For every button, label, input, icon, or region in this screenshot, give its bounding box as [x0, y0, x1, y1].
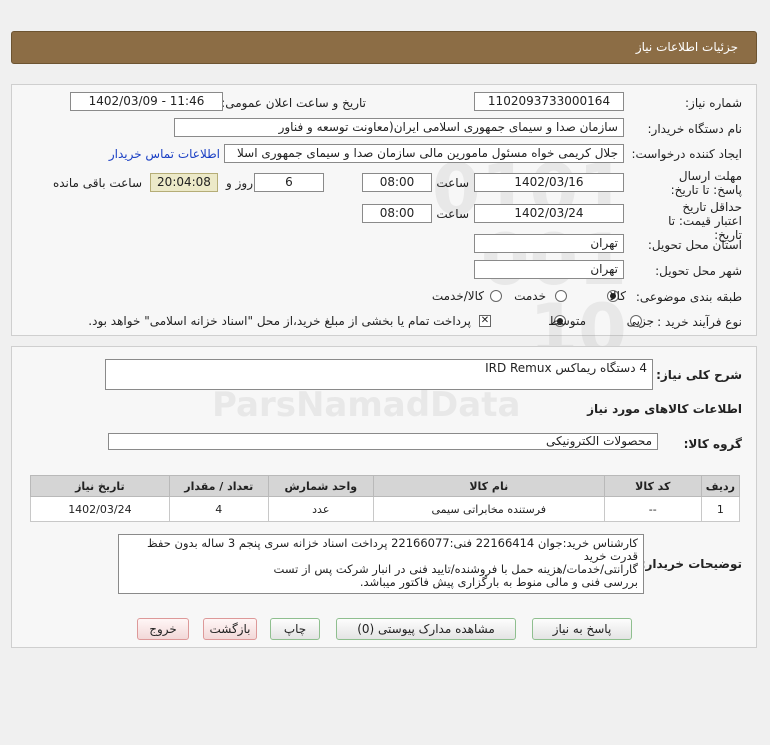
validity-time-field: 08:00: [362, 204, 432, 223]
col-row: ردیف: [700, 475, 741, 497]
need-number-label: شماره نیاز:: [685, 96, 742, 110]
days-label: روز و: [226, 176, 253, 190]
category-radio-goods-service[interactable]: [490, 290, 502, 302]
attachments-button[interactable]: مشاهده مدارک پیوستی (0): [336, 618, 516, 640]
cell-unit: عدد: [267, 496, 374, 522]
table-row: 1 -- فرستنده مخابراتی سیمی عدد 4 1402/03…: [30, 496, 741, 522]
announce-label: تاریخ و ساعت اعلان عمومی:: [221, 96, 366, 110]
summary-field: 4 دستگاه ریماکس IRD Remux: [105, 359, 653, 390]
treasury-note: پرداخت تمام یا بخشی از مبلغ خرید،از محل …: [88, 314, 471, 328]
goods-info-title: اطلاعات کالاهای مورد نیاز: [587, 402, 742, 416]
page-title: جزئیات اطلاعات نیاز: [635, 40, 738, 54]
deadline-label: مهلت ارسال پاسخ: تا تاریخ:: [670, 169, 742, 197]
respond-button[interactable]: پاسخ به نیاز: [532, 618, 632, 640]
need-details-panel: ParsNamadData شرح کلی نیاز: 4 دستگاه ریم…: [11, 346, 757, 648]
cell-date: 1402/03/24: [30, 496, 170, 522]
deadline-time-label: ساعت: [436, 176, 469, 190]
print-button[interactable]: چاپ: [270, 618, 320, 640]
buyer-org-label: نام دستگاه خریدار:: [647, 122, 743, 136]
buyer-notes-line-4: بررسی فنی و مالی منوط به بارگزاری پیش فا…: [359, 575, 638, 589]
city-field: تهران: [474, 260, 624, 279]
goods-group-label: گروه کالا:: [683, 437, 742, 451]
col-unit: واحد شمارش: [267, 475, 374, 497]
creator-label: ایجاد کننده درخواست:: [631, 147, 742, 161]
deadline-date-field: 1402/03/16: [474, 173, 624, 192]
remaining-time-field: 20:04:08: [150, 173, 218, 192]
deadline-time-field: 08:00: [362, 173, 432, 192]
buyer-notes-label: توضیحات خریدار:: [640, 557, 742, 571]
buyer-notes-field: کارشناس خرید:جوان 22166414 فنی:22166077 …: [118, 534, 644, 594]
remaining-label: ساعت باقی مانده: [52, 176, 142, 190]
city-label: شهر محل تحویل:: [655, 264, 742, 278]
goods-group-field: محصولات الکترونیکی: [108, 433, 658, 450]
col-qty: تعداد / مقدار: [168, 475, 269, 497]
province-label: استان محل تحویل:: [647, 238, 742, 252]
need-number-field: 1102093733000164: [474, 92, 624, 111]
process-option-medium: متوسط: [548, 314, 586, 328]
cell-name: فرستنده مخابراتی سیمی: [372, 496, 605, 522]
need-info-panel: 010100110 شماره نیاز: 1102093733000164 ت…: [11, 84, 757, 365]
creator-field: جلال کریمی خواه مسئول مامورین مالی سازما…: [224, 144, 624, 163]
validity-label: حداقل تاریخ اعتبار قیمت: تا تاریخ:: [668, 200, 742, 242]
goods-table-header: ردیف کد کالا نام کالا واحد شمارش تعداد /…: [30, 475, 741, 497]
col-name: نام کالا: [372, 475, 605, 497]
treasury-checkbox[interactable]: ✕: [479, 315, 491, 327]
watermark-text: ParsNamadData: [212, 385, 521, 425]
col-code: کد کالا: [603, 475, 702, 497]
announce-field: 1402/03/09 - 11:46: [70, 92, 223, 111]
exit-button[interactable]: خروج: [137, 618, 189, 640]
process-label: نوع فرآیند خرید :: [657, 315, 742, 329]
process-option-minor: جزیی: [626, 314, 654, 328]
validity-time-label: ساعت: [436, 207, 469, 221]
col-date: تاریخ نیاز: [30, 475, 170, 497]
cell-qty: 4: [168, 496, 269, 522]
category-label: طبقه بندی موضوعی:: [635, 290, 742, 304]
validity-date-field: 1402/03/24: [474, 204, 624, 223]
summary-label: شرح کلی نیاز:: [656, 368, 742, 382]
category-option-service: خدمت: [514, 289, 546, 303]
category-radio-service[interactable]: [555, 290, 567, 302]
category-option-goods: کالا: [609, 289, 626, 303]
page-header: جزئیات اطلاعات نیاز: [11, 31, 757, 64]
province-field: تهران: [474, 234, 624, 253]
buyer-notes-line-1: کارشناس خرید:جوان 22166414 فنی:22166077 …: [147, 536, 638, 550]
cell-code: --: [603, 496, 702, 522]
buyer-contact-link[interactable]: اطلاعات تماس خریدار: [109, 147, 220, 161]
buyer-org-field: سازمان صدا و سیمای جمهوری اسلامی ایران(م…: [174, 118, 624, 137]
goods-table: ردیف کد کالا نام کالا واحد شمارش تعداد /…: [30, 475, 741, 522]
category-option-goods-service: کالا/خدمت: [431, 289, 484, 303]
back-button[interactable]: بازگشت: [203, 618, 257, 640]
days-field: 6: [254, 173, 324, 192]
cell-row: 1: [700, 496, 741, 522]
